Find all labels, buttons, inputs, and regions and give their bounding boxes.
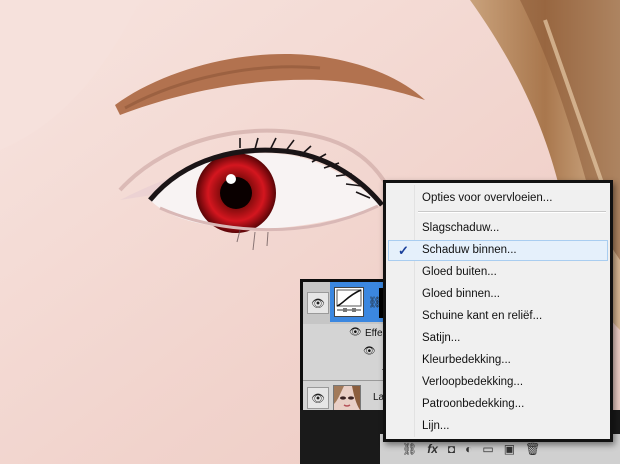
visibility-eye-icon[interactable]: 👁 [307,292,329,314]
mask-icon[interactable]: ◘ [448,442,455,456]
link-icon[interactable]: ⛓ [402,442,417,456]
curves-adjustment-thumbnail[interactable] [334,287,364,317]
menu-item-bevel-emboss[interactable]: Schuine kant en reliëf... [388,306,608,327]
menu-item-color-overlay[interactable]: Kleurbedekking... [388,350,608,371]
layer-style-context-menu: Opties voor overvloeien... Slagschaduw..… [383,180,613,442]
portrait-layer-thumbnail[interactable] [333,385,361,410]
menu-item-gradient-overlay[interactable]: Verloopbedekking... [388,372,608,393]
new-layer-icon[interactable]: ▣ [504,442,515,456]
effects-eye-icon[interactable]: 👁 [349,327,362,338]
menu-item-pattern-overlay[interactable]: Patroonbedekking... [388,394,608,415]
menu-item-inner-shadow[interactable]: ✓ Schaduw binnen... [388,240,608,261]
trash-icon[interactable]: 🗑 [525,442,540,456]
menu-separator [418,211,606,213]
menu-item-inner-glow[interactable]: Gloed binnen... [388,284,608,305]
menu-item-outer-glow[interactable]: Gloed buiten... [388,262,608,283]
folder-icon[interactable]: ▭ [482,442,493,456]
menu-item-stroke[interactable]: Lijn... [388,416,608,437]
fx-icon[interactable]: fx [427,442,438,456]
menu-item-blending-options[interactable]: Opties voor overvloeien... [388,188,608,209]
menu-item-satin[interactable]: Satijn... [388,328,608,349]
visibility-eye-icon[interactable]: 👁 [307,387,329,409]
menu-item-drop-shadow[interactable]: Slagschaduw... [388,218,608,239]
checkmark-icon: ✓ [398,243,409,258]
sub-effect-eye-icon[interactable]: 👁 [363,346,376,357]
adjustment-icon[interactable]: ◐ [465,442,472,456]
